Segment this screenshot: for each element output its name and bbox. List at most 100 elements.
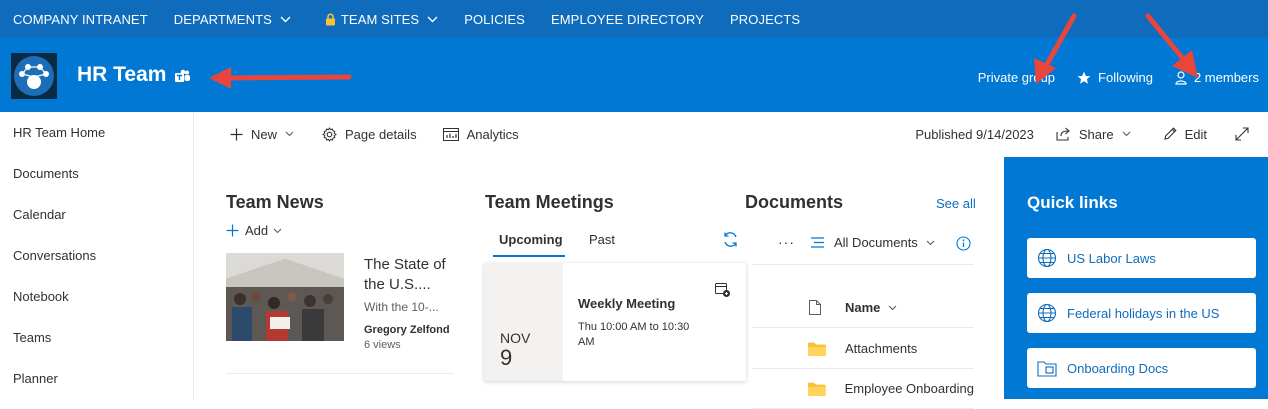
microsoft-teams-icon[interactable] bbox=[174, 69, 191, 84]
add-label: Add bbox=[245, 223, 269, 238]
nav-policies[interactable]: POLICIES bbox=[464, 12, 525, 27]
chevron-down-icon bbox=[285, 131, 294, 137]
new-button[interactable]: New bbox=[230, 127, 294, 142]
plus-icon bbox=[230, 128, 243, 140]
news-article-title[interactable]: The State of the U.S.... bbox=[364, 255, 464, 295]
analytics-label: Analytics bbox=[466, 126, 519, 142]
divider bbox=[752, 264, 974, 265]
published-status: Published 9/14/2023 bbox=[915, 127, 1034, 142]
name-column-header[interactable]: Name bbox=[845, 300, 880, 315]
quick-link-federal-holidays[interactable]: Federal holidays in the US bbox=[1027, 293, 1256, 333]
sidebar-item-label: HR Team Home bbox=[13, 125, 106, 140]
meeting-month: NOV bbox=[500, 330, 531, 346]
sidebar-item-label: Calendar bbox=[13, 207, 66, 222]
refresh-icon[interactable] bbox=[722, 231, 739, 248]
pencil-icon bbox=[1163, 127, 1177, 140]
quick-link-label: Onboarding Docs bbox=[1067, 360, 1169, 376]
tab-upcoming[interactable]: Upcoming bbox=[499, 232, 563, 247]
nav-employee-directory[interactable]: EMPLOYEE DIRECTORY bbox=[551, 12, 704, 27]
chevron-down-icon bbox=[273, 228, 282, 233]
tab-past[interactable]: Past bbox=[589, 232, 615, 247]
quick-link-us-labor-laws[interactable]: US Labor Laws bbox=[1027, 238, 1256, 278]
site-title[interactable]: HR Team bbox=[77, 63, 166, 87]
chevron-down-icon bbox=[889, 305, 897, 310]
edit-button[interactable]: Edit bbox=[1163, 127, 1207, 142]
gear-icon bbox=[322, 126, 337, 142]
share-icon bbox=[1056, 127, 1070, 141]
add-news-button[interactable]: Add bbox=[226, 223, 288, 238]
list-icon bbox=[811, 237, 824, 248]
analytics-icon bbox=[442, 127, 459, 141]
see-all-link[interactable]: See all bbox=[936, 196, 976, 211]
sidebar-item-documents[interactable]: Documents bbox=[0, 153, 193, 194]
nav-label: TEAM SITES bbox=[340, 11, 420, 27]
sidebar-item-planner[interactable]: Planner bbox=[0, 358, 193, 399]
nav-departments[interactable]: DEPARTMENTS bbox=[174, 12, 291, 27]
info-icon[interactable] bbox=[956, 236, 971, 251]
share-label: Share bbox=[1078, 126, 1114, 142]
table-row[interactable]: Employee Onboarding bbox=[752, 369, 974, 409]
divider bbox=[226, 373, 454, 374]
nav-label: DEPARTMENTS bbox=[173, 11, 272, 27]
document-name: Employee Onboarding bbox=[844, 381, 974, 396]
tab-selected-indicator bbox=[493, 255, 565, 257]
analytics-button[interactable]: Analytics bbox=[442, 126, 519, 142]
document-name: Attachments bbox=[845, 341, 918, 356]
nav-company-intranet[interactable]: COMPANY INTRANET bbox=[13, 12, 148, 27]
person-icon bbox=[1175, 70, 1187, 85]
chevron-down-icon bbox=[1122, 131, 1130, 137]
sidebar-item-conversations[interactable]: Conversations bbox=[0, 235, 193, 276]
plus-icon bbox=[226, 224, 239, 237]
meetings-title: Team Meetings bbox=[485, 192, 614, 212]
globe-icon bbox=[1037, 248, 1057, 268]
table-row[interactable]: Attachments bbox=[752, 329, 974, 369]
lock-icon bbox=[317, 13, 336, 26]
sidebar-item-home[interactable]: HR Team Home bbox=[0, 112, 193, 153]
quick-link-label: US Labor Laws bbox=[1067, 250, 1156, 266]
command-bar: New Page details Analytics Published 9/1… bbox=[195, 112, 1268, 156]
published-text: Published 9/14/2023 bbox=[915, 126, 1034, 142]
folder-link-icon bbox=[1037, 361, 1057, 377]
meeting-day: 9 bbox=[500, 345, 513, 370]
sidebar-item-calendar[interactable]: Calendar bbox=[0, 194, 193, 235]
chevron-down-icon bbox=[427, 16, 438, 22]
news-title: Team News bbox=[226, 192, 324, 212]
edit-label: Edit bbox=[1184, 126, 1207, 142]
quick-links-title: Quick links bbox=[1027, 193, 1118, 212]
meeting-date: NOV 9 bbox=[484, 263, 563, 381]
privacy-label: Private group bbox=[978, 70, 1055, 85]
news-article-views: 6 views bbox=[364, 339, 401, 351]
sidebar-item-label: Documents bbox=[13, 166, 79, 181]
sidebar-item-teams[interactable]: Teams bbox=[0, 317, 193, 358]
quick-link-label: Federal holidays in the US bbox=[1067, 305, 1220, 321]
nav-projects[interactable]: PROJECTS bbox=[730, 12, 800, 27]
view-selector[interactable]: All Documents bbox=[810, 235, 935, 250]
new-label: New bbox=[251, 126, 278, 142]
quick-link-onboarding-docs[interactable]: Onboarding Docs bbox=[1027, 348, 1256, 388]
members-button[interactable]: 2 members bbox=[1175, 70, 1259, 85]
nav-label: COMPANY INTRANET bbox=[13, 11, 148, 27]
add-to-calendar-icon[interactable] bbox=[715, 282, 731, 298]
follow-button[interactable]: Following bbox=[1077, 70, 1153, 85]
site-header: HR Team Private group Following 2 member… bbox=[0, 38, 1268, 112]
news-thumbnail[interactable] bbox=[226, 253, 344, 341]
nav-team-sites[interactable]: TEAM SITES bbox=[317, 12, 438, 27]
star-icon bbox=[1077, 71, 1091, 84]
nav-label: EMPLOYEE DIRECTORY bbox=[550, 11, 704, 27]
more-options-button[interactable]: ··· bbox=[778, 234, 795, 250]
quick-links-panel: Quick links US Labor Laws Federal holida… bbox=[1004, 157, 1268, 399]
share-button[interactable]: Share bbox=[1056, 127, 1131, 142]
privacy-text: Private group bbox=[977, 70, 1056, 85]
sidebar-item-label: Planner bbox=[13, 371, 58, 386]
expand-button[interactable] bbox=[1235, 127, 1257, 141]
meeting-title[interactable]: Weekly Meeting bbox=[578, 296, 675, 311]
sidebar-item-notebook[interactable]: Notebook bbox=[0, 276, 193, 317]
documents-header-row: Name bbox=[752, 288, 974, 328]
meeting-card[interactable]: NOV 9 Weekly Meeting Thu 10:00 AM to 10:… bbox=[484, 263, 746, 381]
chevron-down-icon bbox=[280, 16, 291, 22]
documents-title: Documents bbox=[745, 192, 844, 212]
view-label: All Documents bbox=[834, 235, 918, 250]
page-details-button[interactable]: Page details bbox=[322, 127, 417, 142]
follow-label: Following bbox=[1098, 70, 1153, 85]
hr-team-logo[interactable] bbox=[11, 53, 57, 99]
